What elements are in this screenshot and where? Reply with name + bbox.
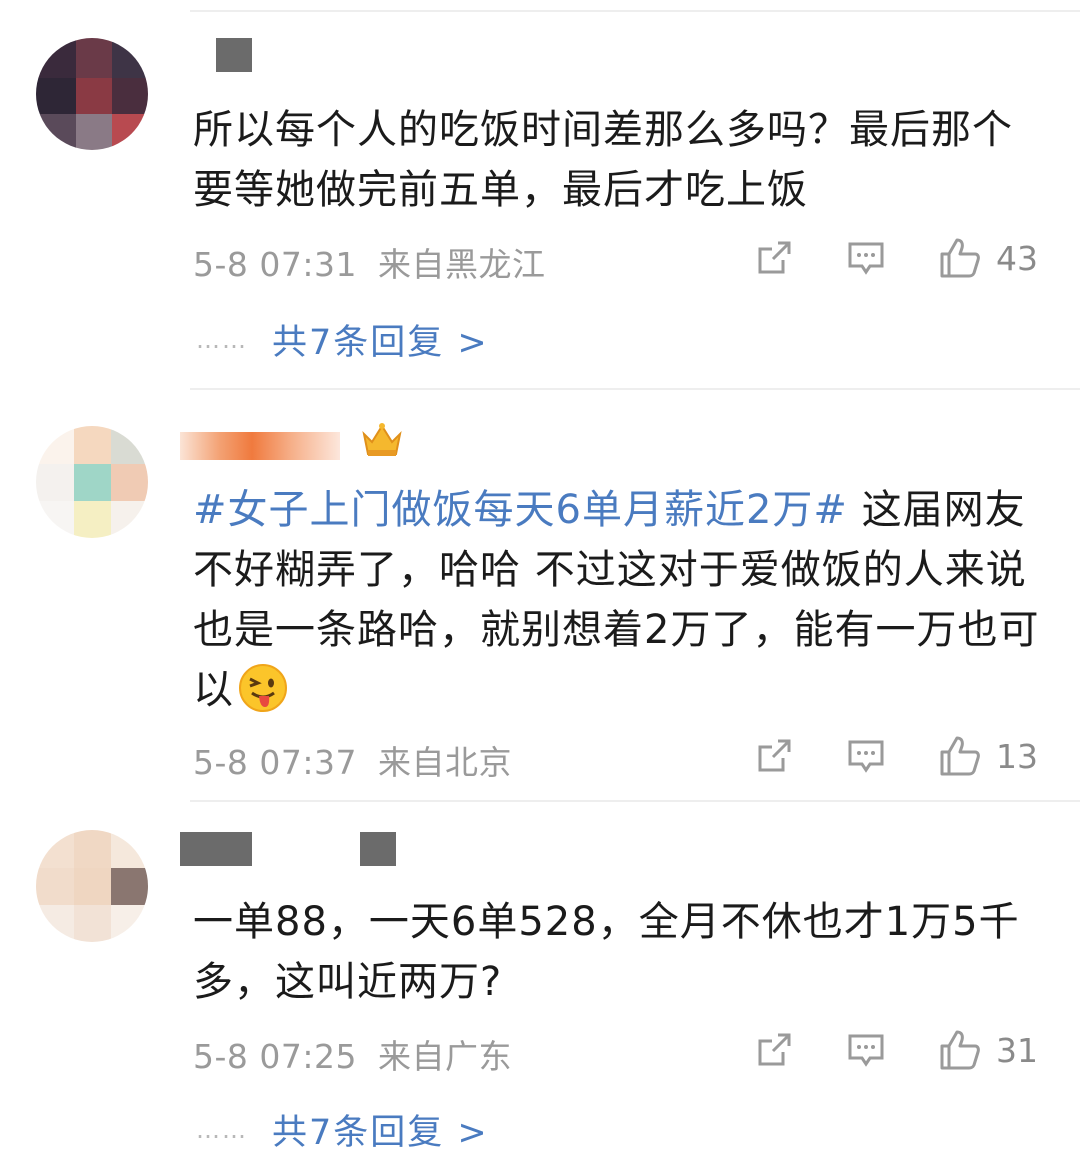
thumbs-up-icon[interactable] — [938, 734, 982, 778]
comment-text: 所以每个人的吃饭时间差那么多吗？最后那个要等她做完前五单，最后才吃上饭 — [193, 107, 1013, 213]
comment-item-1: 所以每个人的吃饭时间差那么多吗？最后那个要等她做完前五单，最后才吃上饭 5-8 … — [0, 0, 1080, 388]
comment-item-3: 一单88，一天6单528，全月不休也才1万5千多，这叫近两万? 5-8 07:2… — [0, 802, 1080, 1157]
comment-actions: 31 — [754, 1025, 1040, 1075]
thumbs-up-icon[interactable] — [938, 1028, 982, 1072]
comment-location: 来自黑龙江 — [378, 245, 546, 284]
comment-location: 来自北京 — [378, 743, 512, 782]
dots: …… — [196, 325, 248, 354]
comment-text: #女子上门做饭每天6单月薪近2万# 这届网友不好糊弄了，哈哈 不过这对于爱做饭的… — [193, 480, 1043, 720]
replies-label: 共7条回复 > — [272, 1113, 489, 1153]
avatar[interactable] — [36, 38, 148, 150]
avatar[interactable] — [36, 830, 148, 942]
comment-text: 一单88，一天6单528，全月不休也才1万5千多，这叫近两万? — [193, 899, 1020, 1005]
like-count: 13 — [996, 736, 1038, 776]
share-icon[interactable] — [754, 238, 794, 278]
thumbs-up-icon[interactable] — [938, 236, 982, 280]
view-replies-link[interactable]: …… 共7条回复 > — [196, 314, 489, 365]
comment-icon[interactable] — [846, 736, 886, 776]
dots: …… — [196, 1115, 248, 1144]
comment-location: 来自广东 — [378, 1037, 512, 1076]
tongue-wink-emoji-icon — [238, 663, 288, 713]
share-icon[interactable] — [754, 1030, 794, 1070]
comment-actions: 43 — [754, 233, 1040, 283]
view-replies-link[interactable]: …… 共7条回复 > — [196, 1104, 489, 1155]
avatar[interactable] — [36, 426, 148, 538]
like-count: 43 — [996, 238, 1038, 278]
hashtag-link[interactable]: #女子上门做饭每天6单月薪近2万# — [193, 487, 848, 533]
replies-label: 共7条回复 > — [272, 323, 489, 363]
username-redacted — [360, 832, 396, 866]
comment-meta: 5-8 07:31 来自黑龙江 — [193, 238, 546, 286]
comment-item-2: #女子上门做饭每天6单月薪近2万# 这届网友不好糊弄了，哈哈 不过这对于爱做饭的… — [0, 390, 1080, 800]
username-redacted[interactable] — [180, 832, 252, 866]
comment-time: 5-8 07:37 — [193, 743, 357, 782]
comment-icon[interactable] — [846, 1030, 886, 1070]
share-icon[interactable] — [754, 736, 794, 776]
comment-actions: 13 — [754, 731, 1040, 781]
comment-time: 5-8 07:25 — [193, 1037, 357, 1076]
username-redacted[interactable] — [216, 38, 252, 72]
like-count: 31 — [996, 1030, 1038, 1070]
crown-badge-icon — [360, 420, 404, 460]
username-redacted[interactable] — [180, 432, 340, 460]
comment-meta: 5-8 07:25 来自广东 — [193, 1030, 512, 1078]
comment-icon[interactable] — [846, 238, 886, 278]
comment-time: 5-8 07:31 — [193, 245, 357, 284]
comment-meta: 5-8 07:37 来自北京 — [193, 736, 512, 784]
